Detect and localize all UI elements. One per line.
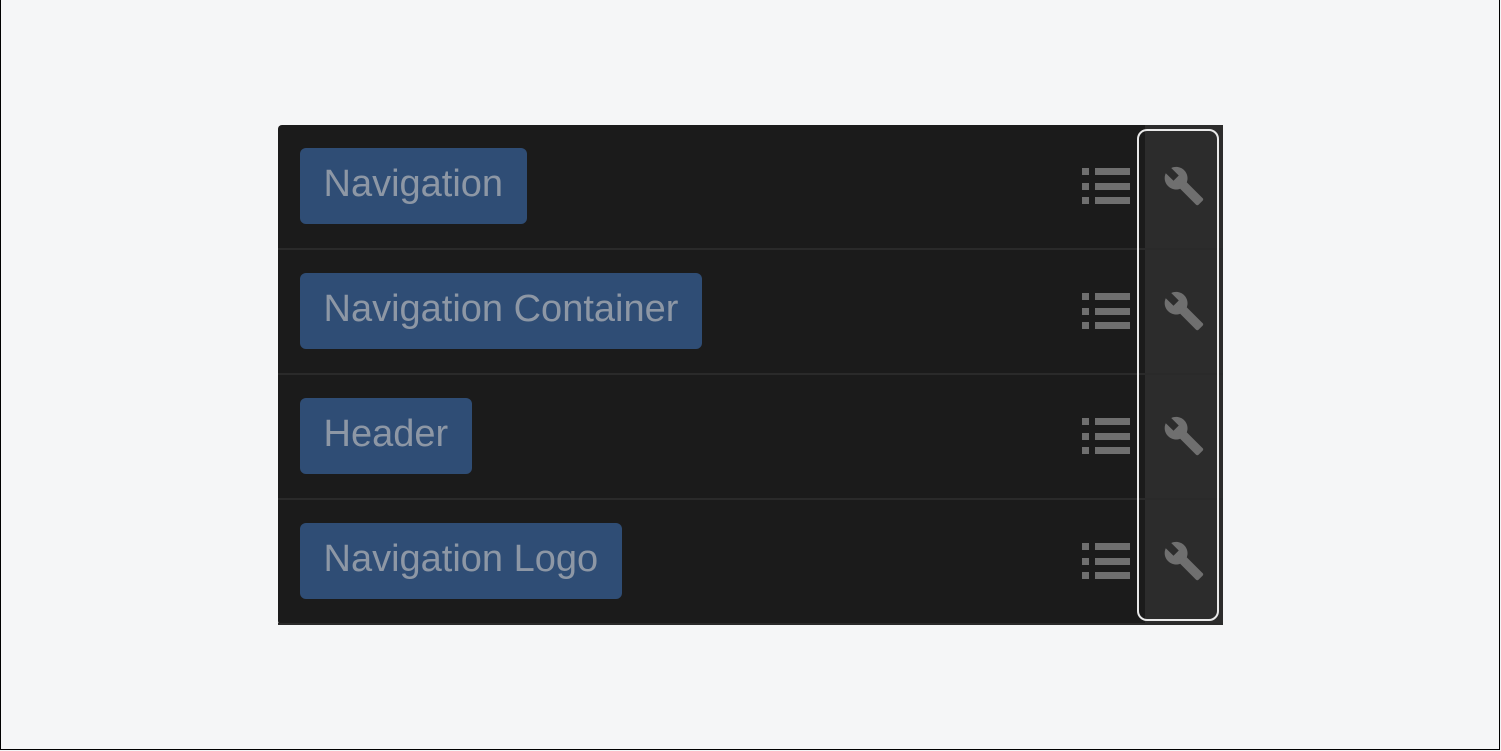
wrench-icon: [1163, 540, 1205, 582]
navigator-panel: Navigation Navigation: [278, 125, 1223, 625]
settings-button[interactable]: [1145, 250, 1223, 373]
list-view-button[interactable]: [1067, 500, 1145, 623]
row-actions: [1067, 375, 1223, 498]
settings-button[interactable]: [1145, 375, 1223, 498]
element-chip-label: Navigation Container: [324, 288, 679, 330]
element-chip-label: Navigation Logo: [324, 538, 599, 580]
element-chip-label: Navigation: [324, 163, 504, 205]
row-actions: [1067, 125, 1223, 248]
wrench-icon: [1163, 415, 1205, 457]
list-icon: [1082, 543, 1130, 579]
element-chip-label: Header: [324, 413, 449, 455]
wrench-icon: [1163, 290, 1205, 332]
navigator-row[interactable]: Header: [278, 375, 1223, 500]
element-chip-navigation-logo[interactable]: Navigation Logo: [300, 523, 623, 599]
list-icon: [1082, 293, 1130, 329]
element-chip-header[interactable]: Header: [300, 398, 473, 474]
navigator-row[interactable]: Navigation Container: [278, 250, 1223, 375]
list-icon: [1082, 418, 1130, 454]
row-actions: [1067, 250, 1223, 373]
settings-button[interactable]: [1145, 125, 1223, 248]
element-chip-navigation-container[interactable]: Navigation Container: [300, 273, 703, 349]
list-view-button[interactable]: [1067, 375, 1145, 498]
navigator-row[interactable]: Navigation Logo: [278, 500, 1223, 625]
element-chip-navigation[interactable]: Navigation: [300, 148, 528, 224]
row-actions: [1067, 500, 1223, 623]
navigator-row[interactable]: Navigation: [278, 125, 1223, 250]
list-view-button[interactable]: [1067, 250, 1145, 373]
list-view-button[interactable]: [1067, 125, 1145, 248]
settings-button[interactable]: [1145, 500, 1223, 623]
wrench-icon: [1163, 165, 1205, 207]
app-frame: Navigation Navigation: [0, 0, 1500, 750]
list-icon: [1082, 168, 1130, 204]
